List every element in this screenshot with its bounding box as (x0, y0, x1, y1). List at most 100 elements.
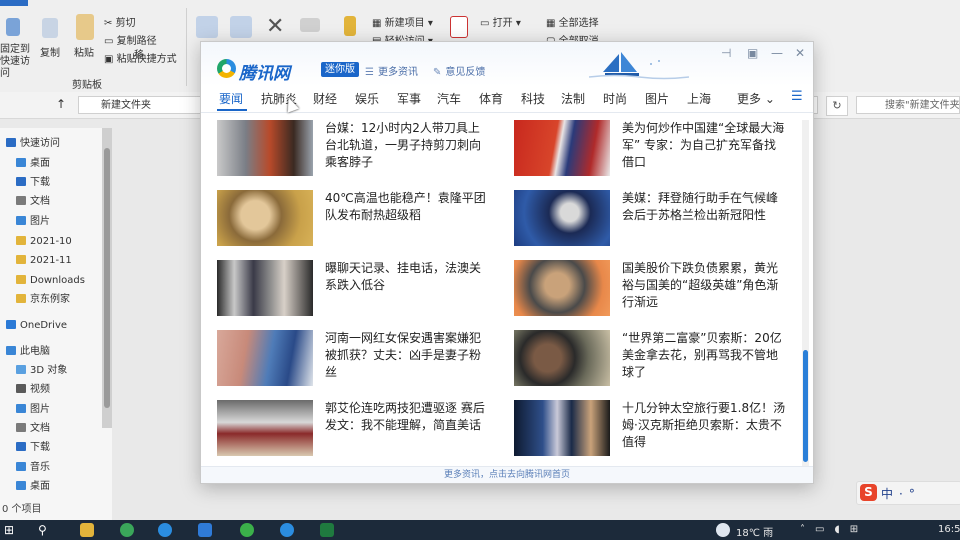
close-window-icon[interactable]: ✕ (795, 46, 805, 60)
clock[interactable]: 16:5 (938, 524, 960, 535)
paste-button[interactable]: 粘贴 (74, 44, 94, 59)
delete-icon[interactable]: ✕ (266, 14, 284, 39)
nav-tab[interactable]: 财经 (313, 90, 337, 107)
sidebar-item[interactable]: 音乐 (16, 460, 50, 476)
sidebar-item[interactable]: 桌面 (16, 156, 50, 172)
news-thumbnail[interactable] (217, 260, 313, 316)
news-title[interactable]: 40℃高温也能稳产！袁隆平团队发布耐热超级稻 (325, 190, 491, 224)
news-thumbnail[interactable] (514, 120, 610, 176)
news-thumbnail[interactable] (514, 260, 610, 316)
edge-icon[interactable] (158, 523, 172, 537)
menu-icon[interactable]: ☰ (791, 89, 803, 104)
file-explorer-icon[interactable] (80, 523, 94, 537)
news-title[interactable]: 曝聊天记录、挂电话，法澳关系跌入低谷 (325, 260, 491, 294)
news-item[interactable]: 台媒：12小时内2人带刀具上台北轨道，一男子持剪刀刺向乘客脖子 (201, 120, 491, 176)
sidebar-item[interactable]: 文档 (16, 421, 50, 437)
feedback-link[interactable]: ✎ 意见反馈 (433, 63, 485, 78)
news-thumbnail[interactable] (514, 190, 610, 246)
sidebar-item[interactable]: 快速访问 (6, 136, 60, 152)
restore-window-icon[interactable]: ▣ (747, 46, 758, 60)
nav-tab[interactable]: 上海 (687, 90, 711, 107)
news-title[interactable]: 国美股价下跌负债累累，黄光裕与国美的“超级英雄”角色渐行渐远 (622, 260, 788, 311)
sidebar-item[interactable]: 视频 (16, 382, 50, 398)
file-tab[interactable] (0, 0, 28, 6)
news-title[interactable]: 郭艾伦连吃两技犯遭驱逐 赛后发文：我不能理解，简直美话 (325, 400, 491, 434)
news-scrollbar-thumb[interactable] (803, 350, 808, 462)
sidebar-item[interactable]: 图片 (16, 214, 50, 230)
news-item[interactable]: 40℃高温也能稳产！袁隆平团队发布耐热超级稻 (201, 190, 491, 246)
sidebar-item[interactable]: 2021-11 (16, 253, 72, 269)
sidebar-item[interactable]: 桌面 (16, 479, 50, 495)
news-scrollbar[interactable] (802, 120, 809, 466)
nav-tab[interactable]: 科技 (521, 90, 545, 107)
ime-language-indicator[interactable]: 中·° (881, 485, 921, 502)
pin-to-quick-access-button[interactable]: 固定到快速访问 (0, 44, 34, 80)
open-button[interactable]: ▭ 打开 ▾ (480, 14, 521, 29)
sidebar-item[interactable]: 此电脑 (6, 344, 50, 360)
excel-icon[interactable] (320, 523, 334, 537)
sidebar-item[interactable]: 3D 对象 (16, 363, 67, 379)
news-title[interactable]: 美媒：拜登随行助手在气候峰会后于苏格兰检出新冠阳性 (622, 190, 788, 224)
news-item[interactable]: 国美股价下跌负债累累，黄光裕与国美的“超级英雄”角色渐行渐远 (498, 260, 788, 316)
brand-title[interactable]: 腾讯网 (239, 59, 290, 84)
news-thumbnail[interactable] (514, 400, 610, 456)
windows-start-icon[interactable]: ⊞ (4, 523, 18, 537)
search-icon[interactable]: ⚲ (38, 523, 52, 537)
news-thumbnail[interactable] (514, 330, 610, 386)
news-thumbnail[interactable] (217, 330, 313, 386)
wechat-icon[interactable] (240, 523, 254, 537)
navigation-scrollbar[interactable] (102, 128, 112, 428)
news-thumbnail[interactable] (217, 400, 313, 456)
properties-icon[interactable] (450, 16, 468, 38)
up-arrow-icon[interactable]: ↑ (56, 97, 66, 111)
copy-path-button[interactable]: ▭ 复制路径 (104, 32, 157, 47)
news-thumbnail[interactable] (217, 190, 313, 246)
more-news-link[interactable]: ☰ 更多资讯 (365, 63, 418, 78)
news-title[interactable]: “世界第二富豪”贝索斯：20亿美金拿去花，别再骂我不管地球了 (622, 330, 788, 381)
scrollbar-thumb[interactable] (104, 148, 110, 408)
cut-button[interactable]: ✂ 剪切 (104, 14, 136, 29)
sidebar-item[interactable]: 京东例家 (16, 292, 70, 308)
select-all-button[interactable]: ▦ 全部选择 (546, 14, 599, 29)
nav-tab[interactable]: 汽车 (437, 90, 461, 107)
nav-tab[interactable]: 要闻 (219, 90, 243, 107)
copy-button[interactable]: 复制 (40, 44, 60, 59)
news-item[interactable]: 十几分钟太空旅行要1.8亿！汤姆·汉克斯拒绝贝索斯：太贵不值得 (498, 400, 788, 456)
news-thumbnail[interactable] (217, 120, 313, 176)
news-item[interactable]: 河南一网红女保安遇害案嫌犯被抓获？丈夫：凶手是妻子粉丝 (201, 330, 491, 386)
pin-window-icon[interactable]: ⊣ (721, 46, 731, 60)
news-title[interactable]: 台媒：12小时内2人带刀具上台北轨道，一男子持剪刀刺向乘客脖子 (325, 120, 491, 171)
minimize-window-icon[interactable]: — (771, 46, 783, 60)
rename-icon[interactable] (300, 18, 320, 32)
new-item-button[interactable]: ▦ 新建项目 ▾ (372, 14, 433, 29)
sidebar-item[interactable]: 图片 (16, 402, 50, 418)
news-title[interactable]: 美为何炒作中国建“全球最大海军” 专家：为自己扩充军备找借口 (622, 120, 788, 171)
nav-tab[interactable]: 军事 (397, 90, 421, 107)
nav-tab[interactable]: 图片 (645, 90, 669, 107)
homepage-link[interactable]: 更多资讯，点击去向腾讯网首页 (201, 466, 813, 483)
sidebar-item[interactable]: Downloads (16, 273, 85, 289)
system-tray-icons[interactable]: ˄▭◖⊞ (800, 524, 868, 535)
sidebar-item[interactable]: 下载 (16, 440, 50, 456)
app-icon[interactable] (198, 523, 212, 537)
nav-tab[interactable]: 法制 (561, 90, 585, 107)
weather-readout[interactable]: 18℃ 雨 (736, 524, 773, 539)
news-item[interactable]: 曝聊天记录、挂电话，法澳关系跌入低谷 (201, 260, 491, 316)
search-input[interactable]: 搜索"新建文件夹" (856, 96, 960, 114)
ime-toolbar[interactable]: S 中·° (856, 481, 960, 505)
news-title[interactable]: 河南一网红女保安遇害案嫌犯被抓获？丈夫：凶手是妻子粉丝 (325, 330, 491, 381)
sidebar-item[interactable]: OneDrive (6, 318, 67, 334)
browser-icon[interactable] (120, 523, 134, 537)
news-item[interactable]: 美为何炒作中国建“全球最大海军” 专家：为自己扩充军备找借口 (498, 120, 788, 176)
sidebar-item[interactable]: 2021-10 (16, 234, 72, 250)
tencent-icon[interactable] (280, 523, 294, 537)
sidebar-item[interactable]: 下载 (16, 175, 50, 191)
news-title[interactable]: 十几分钟太空旅行要1.8亿！汤姆·汉克斯拒绝贝索斯：太贵不值得 (622, 400, 788, 451)
refresh-button[interactable]: ↻ (826, 96, 848, 116)
nav-more-button[interactable]: 更多 ⌄ (737, 90, 775, 107)
news-item[interactable]: 郭艾伦连吃两技犯遭驱逐 赛后发文：我不能理解，简直美话 (201, 400, 491, 456)
sidebar-item[interactable]: 文档 (16, 194, 50, 210)
nav-tab[interactable]: 时尚 (603, 90, 627, 107)
new-folder-icon[interactable] (344, 16, 356, 36)
nav-tab[interactable]: 娱乐 (355, 90, 379, 107)
